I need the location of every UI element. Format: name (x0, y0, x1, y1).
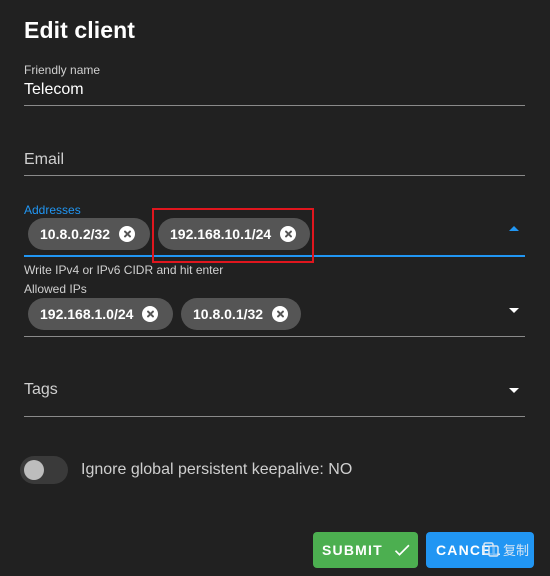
tags-underline (24, 416, 525, 417)
allowed-ip-chip[interactable]: 192.168.1.0/24 (28, 298, 173, 330)
friendly-name-field[interactable]: Friendly name Telecom (24, 60, 525, 107)
keepalive-switch-label: Ignore global persistent keepalive: NO (81, 461, 353, 478)
allowed-ip-chip[interactable]: 10.8.0.1/32 (181, 298, 301, 330)
allowed-ips-label: Allowed IPs (24, 282, 87, 296)
email-underline (24, 175, 525, 176)
email-field[interactable]: Email (24, 140, 525, 177)
tags-field[interactable]: Tags (24, 370, 525, 418)
submit-button-label: SUBMIT (322, 542, 383, 558)
menu-down-icon[interactable] (509, 308, 519, 313)
highlight-box (152, 208, 314, 263)
close-circle-icon[interactable] (142, 306, 159, 322)
address-chip-label: 10.8.0.2/32 (40, 226, 111, 242)
check-icon (394, 544, 410, 556)
menu-down-icon[interactable] (509, 388, 519, 393)
copy-watermark: 复制 (482, 536, 532, 562)
watermark-text: 复制 (503, 542, 530, 558)
submit-button[interactable]: SUBMIT (313, 532, 418, 568)
allowed-ip-chip-label: 10.8.0.1/32 (193, 306, 264, 322)
allowed-ips-underline (24, 336, 525, 337)
allowed-ip-chip-label: 192.168.1.0/24 (40, 306, 134, 322)
addresses-label: Addresses (24, 203, 81, 217)
dialog-title: Edit client (24, 17, 136, 43)
copy-icon (483, 542, 499, 557)
close-circle-icon[interactable] (119, 226, 136, 242)
menu-up-icon[interactable] (509, 226, 519, 231)
close-circle-icon[interactable] (272, 306, 289, 322)
friendly-name-label: Friendly name (24, 63, 101, 77)
tags-label: Tags (24, 381, 58, 398)
keepalive-switch[interactable] (20, 456, 68, 484)
friendly-name-input[interactable]: Telecom (24, 81, 84, 99)
addresses-hint: Write IPv4 or IPv6 CIDR and hit enter (24, 263, 224, 277)
switch-thumb (24, 460, 44, 480)
address-chip[interactable]: 10.8.0.2/32 (28, 218, 150, 250)
friendly-name-underline (24, 105, 525, 106)
edit-client-dialog: Edit client Friendly name Telecom Email … (0, 0, 550, 576)
email-label: Email (24, 151, 65, 168)
